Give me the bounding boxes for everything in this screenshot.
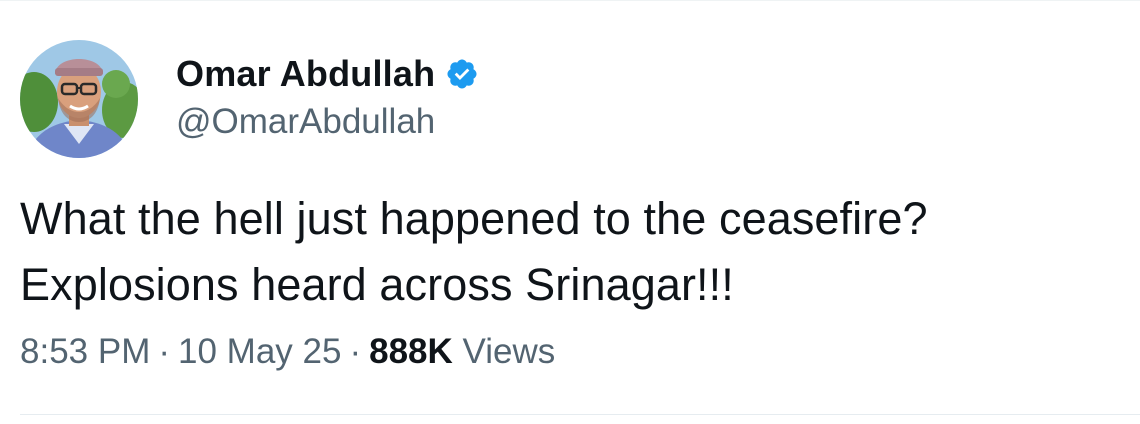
verified-badge-icon[interactable]	[445, 57, 479, 91]
tweet-text: What the hell just happened to the cease…	[20, 186, 1120, 318]
tweet-text-line-2: Explosions heard across Srinagar!!!	[20, 259, 734, 310]
bottom-divider	[20, 414, 1140, 415]
author-display-name[interactable]: Omar Abdullah	[176, 53, 435, 95]
tweet-time[interactable]: 8:53 PM	[20, 332, 150, 371]
views-label[interactable]: Views	[463, 332, 556, 371]
author-handle[interactable]: @OmarAbdullah	[176, 102, 479, 142]
tweet-date[interactable]: 10 May 25	[178, 332, 341, 371]
tweet-header: Omar Abdullah @OmarAbdullah	[20, 40, 479, 158]
tweet-card: Omar Abdullah @OmarAbdullah What the hel…	[0, 0, 1140, 424]
name-row: Omar Abdullah	[176, 48, 479, 100]
views-count[interactable]: 888K	[369, 332, 453, 371]
avatar-image	[20, 40, 138, 158]
tweet-meta: 8:53 PM · 10 May 25 · 888K Views	[20, 332, 555, 372]
meta-separator: ·	[158, 332, 171, 371]
tweet-text-line-1: What the hell just happened to the cease…	[20, 193, 928, 244]
avatar[interactable]	[20, 40, 138, 158]
author-identity: Omar Abdullah @OmarAbdullah	[176, 48, 479, 142]
meta-separator: ·	[349, 332, 362, 371]
